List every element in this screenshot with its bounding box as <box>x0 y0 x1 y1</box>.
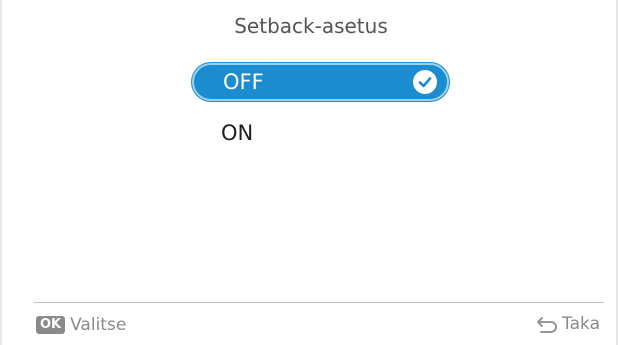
back-arrow-icon <box>537 317 557 333</box>
select-label: Valitse <box>70 315 127 335</box>
option-off-label: OFF <box>223 70 264 94</box>
setback-settings-screen: Setback-asetus OFF ON OK Valitse Taka <box>0 0 618 345</box>
select-hint[interactable]: OK Valitse <box>36 315 126 335</box>
ok-key-icon: OK <box>36 316 66 334</box>
option-on-label: ON <box>221 121 254 145</box>
option-on[interactable]: ON <box>192 114 449 152</box>
back-hint[interactable]: Taka <box>536 314 600 334</box>
footer-divider <box>34 302 604 303</box>
option-off[interactable]: OFF <box>192 63 449 101</box>
back-label: Taka <box>562 314 600 334</box>
check-icon <box>413 70 437 94</box>
page-title: Setback-asetus <box>234 14 388 38</box>
